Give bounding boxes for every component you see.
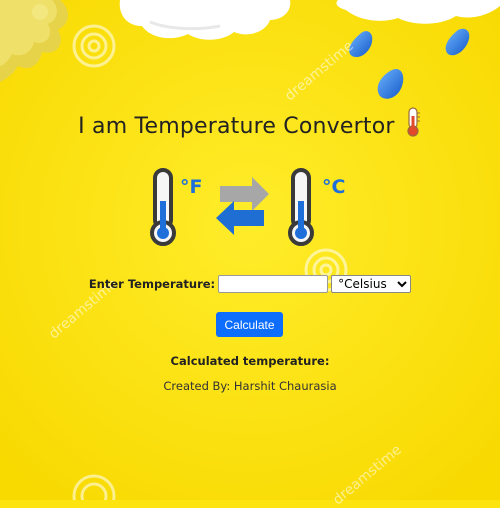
credit-text: Created By: Harshit Chaurasia [163,379,337,393]
result-label: Calculated temperature: [170,354,330,368]
temperature-label: Enter Temperature: [88,277,216,291]
thermometer-icon [407,107,420,137]
unit-select[interactable]: °Celsius [331,275,412,293]
thermometer-icon [150,168,176,246]
page-title-text: I am Temperature Convertor [78,114,395,139]
calculate-button[interactable]: Calculate [216,312,283,337]
temperature-form: Enter Temperature: °Celsius [0,273,500,295]
temperature-input[interactable] [218,275,329,293]
background-decoration [0,0,500,500]
celsius-label: °C [322,176,345,198]
thermometer-icon [288,168,314,246]
page-title: I am Temperature Convertor [0,107,500,139]
fahrenheit-label: °F [180,176,202,198]
hero-illustration: °F °C [150,167,350,247]
swap-arrows-icon [216,177,269,235]
